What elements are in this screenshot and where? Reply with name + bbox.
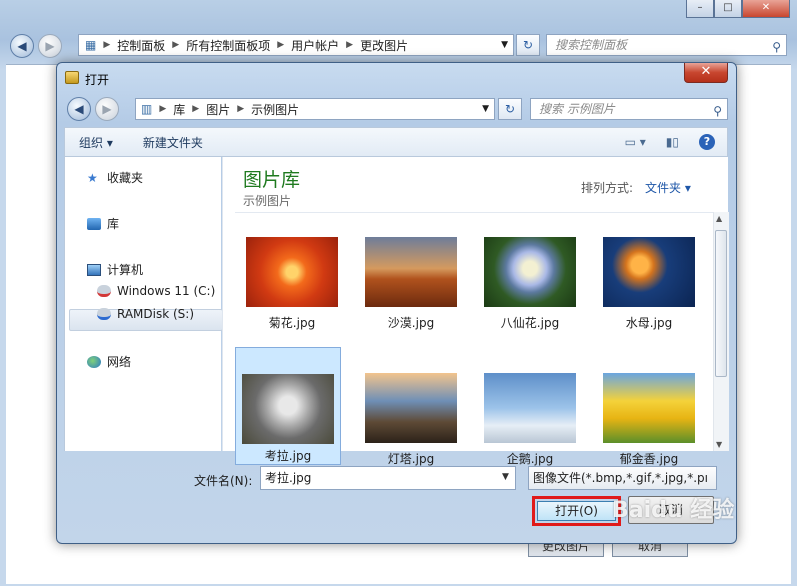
breadcrumb-item[interactable]: 所有控制面板项 [186, 37, 270, 54]
library-subtitle: 示例图片 [243, 194, 292, 208]
thumbnail-caption: 水母.jpg [625, 316, 673, 330]
nav-favorites[interactable]: ★ 收藏夹 [87, 169, 143, 186]
filename-label: 文件名(N): [194, 474, 253, 488]
minimize-button[interactable]: – [686, 0, 714, 18]
filetype-select[interactable]: 图像文件(*.bmp,*.gif,*.jpg,*.pı [528, 466, 717, 490]
desert-thumbnail [365, 237, 457, 307]
breadcrumb-item[interactable]: 控制面板 [117, 37, 165, 54]
scrollbar-thumb[interactable] [715, 230, 727, 377]
nav-network[interactable]: 网络 [87, 353, 131, 370]
computer-icon [87, 263, 101, 276]
library-title: 图片库 [243, 169, 301, 191]
back-icon[interactable]: ◀ [67, 97, 91, 121]
divider [235, 212, 713, 213]
lighthouse-thumbnail [365, 373, 457, 443]
toolbar: 组织 ▾ 新建文件夹 ▭ ▾ ▮▯ ? [64, 127, 728, 157]
network-icon [87, 355, 101, 368]
address-bar[interactable]: ▦ ▶ 控制面板 ▶ 所有控制面板项 ▶ 用户帐户 ▶ 更改图片 ▼ [78, 34, 514, 56]
nav-computer[interactable]: 计算机 [87, 261, 143, 278]
help-icon[interactable]: ? [699, 134, 715, 150]
filename-input[interactable]: 考拉.jpg [260, 466, 516, 490]
close-button[interactable]: ✕ [742, 0, 790, 18]
open-dialog: 打开 ✕ ◀ ▶ ▥ ▶ 库 ▶ 图片 ▶ 示例图片 ▼ ↻ 搜索 示例图片 ⚲… [56, 62, 737, 544]
library-icon: ▥ [141, 102, 153, 116]
thumbnail-caption: 沙漠.jpg [387, 316, 435, 330]
star-icon: ★ [87, 170, 98, 185]
chevron-down-icon[interactable]: ▼ [502, 472, 509, 482]
forward-icon[interactable]: ▶ [38, 34, 62, 58]
drive-icon [97, 285, 111, 297]
forward-icon[interactable]: ▶ [95, 97, 119, 121]
hydrangea-thumbnail [484, 237, 576, 307]
nav-drive-c[interactable]: Windows 11 (C:) [97, 284, 215, 298]
breadcrumb-item[interactable]: 示例图片 [251, 101, 299, 118]
new-folder-button[interactable]: 新建文件夹 [143, 134, 203, 151]
dialog-title: 打开 [85, 73, 110, 87]
chevron-down-icon[interactable]: ▼ [482, 104, 489, 114]
chrysanthemum-thumbnail [246, 237, 338, 307]
organize-button[interactable]: 组织 ▾ [79, 134, 113, 151]
nav-libraries[interactable]: 库 [87, 215, 119, 232]
breadcrumb-item[interactable]: 更改图片 [360, 37, 408, 54]
thumbnail-item[interactable]: 菊花.jpg [240, 229, 344, 343]
open-button-highlight: 打开(O) [532, 496, 621, 526]
open-button[interactable]: 打开(O) [537, 501, 616, 521]
penguins-thumbnail [484, 373, 576, 443]
nav-label: 库 [107, 217, 120, 231]
watermark: Baidu 经验 [612, 498, 735, 523]
jellyfish-thumbnail [603, 237, 695, 307]
sort-label: 排列方式: [581, 181, 634, 195]
thumbnail-item[interactable]: 水母.jpg [597, 229, 701, 343]
refresh-icon[interactable]: ↻ [498, 98, 522, 120]
nav-label: RAMDisk (S:) [117, 307, 195, 321]
sort-dropdown[interactable]: 文件夹 ▾ [645, 179, 691, 196]
refresh-icon[interactable]: ↻ [516, 34, 540, 56]
search-placeholder: 搜索控制面板 [555, 38, 628, 52]
preview-pane-icon[interactable]: ▮▯ [666, 135, 679, 149]
library-icon [87, 217, 101, 230]
scroll-up-icon[interactable]: ▲ [716, 214, 722, 223]
thumbnail-item[interactable]: 沙漠.jpg [359, 229, 463, 343]
search-icon: ⚲ [713, 104, 722, 118]
chevron-down-icon[interactable]: ▼ [501, 40, 508, 50]
breadcrumb-item[interactable]: 库 [173, 101, 185, 118]
app-icon [65, 71, 79, 84]
dialog-close-button[interactable]: ✕ [684, 63, 728, 83]
koala-thumbnail [242, 374, 334, 444]
back-icon[interactable]: ◀ [10, 34, 34, 58]
control-panel-icon: ▦ [85, 38, 97, 52]
search-icon: ⚲ [772, 40, 781, 54]
nav-label: 网络 [107, 355, 132, 369]
view-icon[interactable]: ▭ ▾ [625, 135, 646, 149]
thumbnail-caption: 菊花.jpg [268, 316, 316, 330]
thumbnail-item-selected[interactable]: 考拉.jpg [235, 347, 341, 465]
breadcrumb-item[interactable]: 图片 [206, 101, 230, 118]
maximize-button[interactable]: □ [714, 0, 742, 18]
nav-label: 收藏夹 [107, 171, 144, 185]
nav-drive-s[interactable]: RAMDisk (S:) [97, 307, 194, 321]
nav-label: 计算机 [107, 263, 144, 277]
file-view: 图片库 示例图片 排列方式: 文件夹 ▾ 菊花.jpg 沙漠.jpg 八仙花.j… [222, 157, 729, 466]
breadcrumb-item[interactable]: 用户帐户 [291, 37, 339, 54]
navigation-pane: ★ 收藏夹 库 计算机 Windows 11 (C:) RAMDisk (S:)… [64, 157, 223, 451]
dialog-search-input[interactable]: 搜索 示例图片 ⚲ [530, 98, 728, 120]
thumbnail-item[interactable]: 八仙花.jpg [478, 229, 582, 343]
search-placeholder: 搜索 示例图片 [539, 102, 615, 116]
dialog-address-bar[interactable]: ▥ ▶ 库 ▶ 图片 ▶ 示例图片 ▼ [135, 98, 495, 120]
thumbnail-caption: 八仙花.jpg [500, 316, 560, 330]
tulips-thumbnail [603, 373, 695, 443]
search-input[interactable]: 搜索控制面板 ⚲ [546, 34, 787, 56]
nav-label: Windows 11 (C:) [117, 284, 216, 298]
scroll-down-icon[interactable]: ▼ [716, 440, 722, 449]
drive-icon [97, 308, 111, 320]
